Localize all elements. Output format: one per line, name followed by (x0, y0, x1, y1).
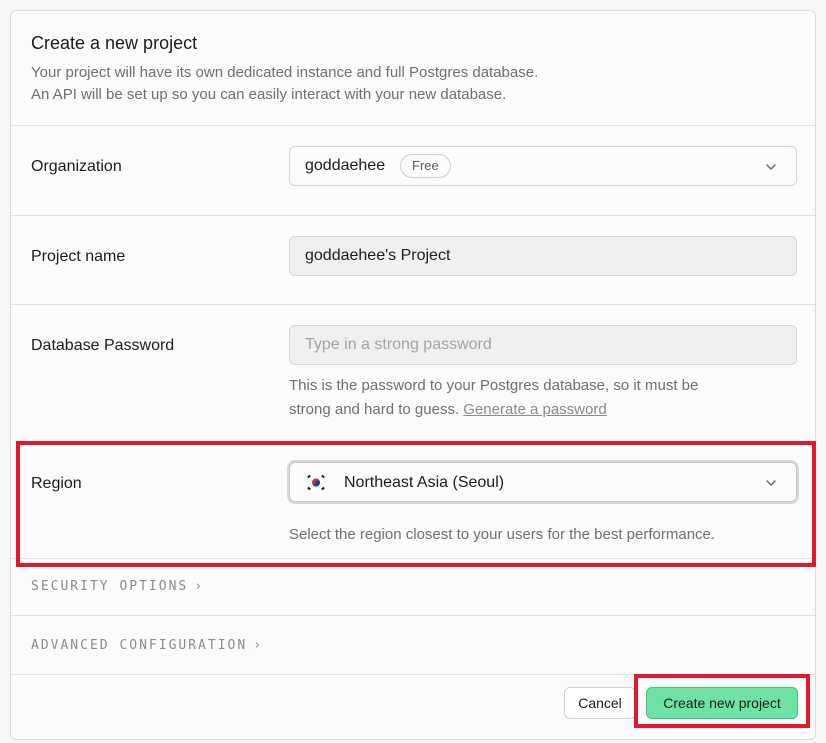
region-highlight-box (16, 441, 816, 567)
cancel-button[interactable]: Cancel (564, 687, 636, 719)
page-title: Create a new project (31, 33, 198, 53)
subtitle-line-2: An API will be set up so you can easily … (31, 86, 507, 103)
page-subtitle: Your project will have its own dedicated… (31, 62, 538, 106)
plan-badge: Free (400, 154, 451, 178)
project-name-label: Project name (31, 248, 126, 265)
password-help-line-1: This is the password to your Postgres da… (289, 377, 699, 394)
organization-section: Organization goddaehee Free (11, 126, 815, 216)
advanced-configuration-toggle[interactable]: ADVANCED CONFIGURATION › (11, 616, 815, 675)
organization-value: goddaehee (305, 157, 386, 174)
database-password-section: Database Password Type in a strong passw… (11, 305, 815, 440)
password-help-prefix: strong and hard to guess. (289, 401, 464, 418)
dialog-header: Create a new project Your project will h… (11, 11, 815, 126)
create-button-highlight-box (634, 674, 810, 728)
database-password-label: Database Password (31, 337, 175, 354)
password-help-line-2: strong and hard to guess. Generate a pas… (289, 398, 698, 422)
organization-select[interactable]: goddaehee Free (289, 146, 797, 186)
database-password-input[interactable]: Type in a strong password (289, 325, 797, 365)
chevron-right-icon: › (194, 579, 205, 594)
security-options-label: SECURITY OPTIONS › (31, 579, 205, 594)
project-name-input[interactable]: goddaehee's Project (289, 236, 797, 276)
organization-label: Organization (31, 158, 122, 175)
project-name-section: Project name goddaehee's Project (11, 216, 815, 305)
generate-password-link[interactable]: Generate a password (463, 401, 606, 418)
security-options-toggle[interactable]: SECURITY OPTIONS › (11, 559, 815, 616)
advanced-configuration-label: ADVANCED CONFIGURATION › (31, 638, 264, 653)
subtitle-line-1: Your project will have its own dedicated… (31, 64, 539, 81)
create-project-card: Create a new project Your project will h… (10, 10, 816, 740)
password-help-text: This is the password to your Postgres da… (289, 374, 698, 422)
project-name-value: goddaehee's Project (305, 247, 451, 264)
chevron-down-icon (766, 164, 776, 170)
chevron-right-icon: › (253, 638, 264, 653)
password-placeholder: Type in a strong password (305, 336, 492, 353)
